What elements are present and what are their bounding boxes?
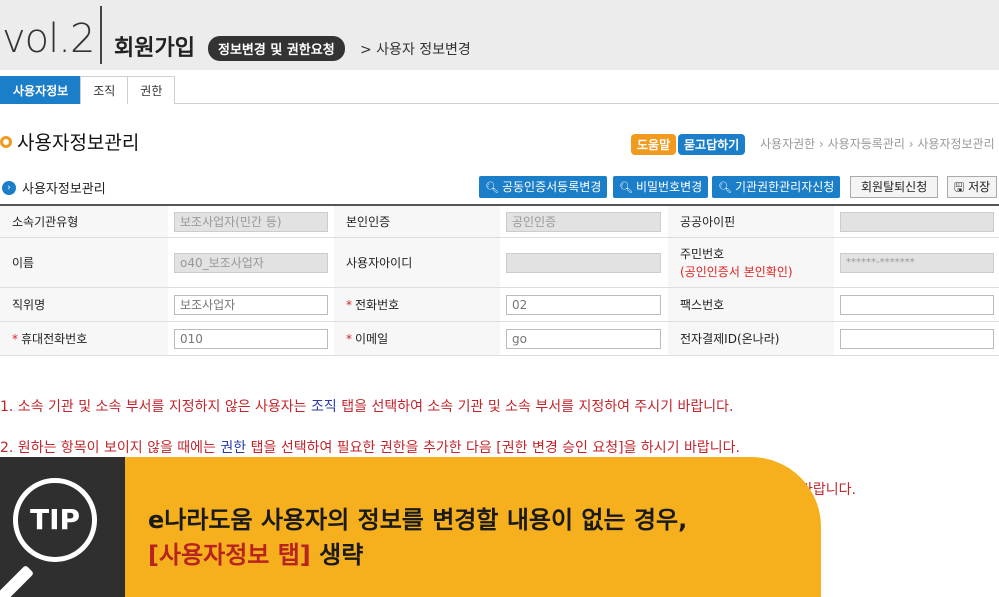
- user-info-form: 소속기관유형 보조사업자(민간 등) 본인인증 공인인증 공공아이핀 이름 o4…: [0, 204, 999, 356]
- identity-label: 본인인증: [334, 206, 500, 237]
- notice-2-text-b: 탭을 선택하여 필요한 권한을 추가한 다음 [권한 변경 승인 요청]을 하시…: [246, 440, 740, 456]
- notice-1-text-b: 탭을 선택하여 소속 기관 및 소속 부서를 지정하여 주시기 바랍니다.: [336, 399, 734, 415]
- org-type-field: 보조사업자(민간 등): [174, 211, 328, 232]
- ring-icon: [0, 135, 12, 148]
- notice-1-highlight: 조직: [311, 399, 337, 415]
- rrn-label-text: 주민번호: [680, 246, 725, 261]
- header-title: 회원가입: [114, 36, 195, 61]
- epay-input[interactable]: [840, 328, 994, 349]
- position-input[interactable]: 보조사업자: [174, 294, 328, 315]
- email-label: * 이메일: [334, 322, 500, 355]
- auth-admin-request-button[interactable]: 🔍︎ 기관권한관리자신청: [712, 176, 841, 198]
- epay-label: 전자결제ID(온나라): [668, 322, 834, 355]
- required-mark: *: [12, 331, 18, 346]
- search-icon: 🔍︎: [619, 181, 633, 194]
- tab-bar: 사용자정보 조직 권한: [0, 76, 999, 104]
- tip-badge-text: TIP: [29, 503, 81, 536]
- identity-field: 공인인증: [506, 211, 661, 232]
- phone-label-text: 전화번호: [355, 298, 400, 312]
- notice-1-text-a: 1. 소속 기관 및 소속 부서를 지정하지 않은 사용자는: [0, 399, 312, 415]
- rrn-label: 주민번호 (공인인증서 본인확인): [668, 238, 834, 287]
- phone-label: * 전화번호: [334, 288, 500, 321]
- tip-line-1: e나라도움 사용자의 정보를 변경할 내용이 없는 경우,: [148, 506, 688, 534]
- save-button[interactable]: 🖫︎ 저장: [947, 176, 998, 198]
- qa-button[interactable]: 묻고답하기: [678, 134, 746, 155]
- email-label-text: 이메일: [355, 332, 389, 346]
- chevron-right-icon: ›: [2, 180, 16, 195]
- email-input[interactable]: go: [506, 328, 661, 349]
- form-row: 이름 o40_보조사업자 사용자아이디 주민번호 (공인인증서 본인확인) ***…: [0, 238, 999, 288]
- form-row: * 휴대전화번호 010 * 이메일 go 전자결제ID(온나라): [0, 322, 999, 356]
- auth-admin-request-label: 기관권한관리자신청: [734, 180, 835, 194]
- tab-organization[interactable]: 조직: [80, 76, 129, 104]
- userid-field: [506, 252, 661, 273]
- mobile-label-text: 휴대전화번호: [21, 332, 88, 346]
- phone-input[interactable]: 02: [506, 294, 661, 315]
- header-banner: vol.2 회원가입 정보변경 및 권한요청 > 사용자 정보변경: [0, 0, 999, 70]
- cert-register-button[interactable]: 🔍︎ 공동인증서등록변경: [479, 176, 608, 198]
- breadcrumb: 사용자권한 › 사용자등록관리 › 사용자정보관리: [760, 137, 995, 151]
- header-breadcrumb: > 사용자 정보변경: [360, 42, 471, 58]
- userid-label: 사용자아이디: [334, 238, 500, 287]
- ipin-field: [840, 211, 994, 232]
- cert-register-label: 공동인증서등록변경: [501, 180, 602, 194]
- position-label: 직위명: [0, 288, 168, 321]
- tip-line-2-emphasis: [사용자정보 탭]: [148, 541, 311, 569]
- header-pill: 정보변경 및 권한요청: [208, 36, 345, 61]
- withdraw-button[interactable]: 회원탈퇴신청: [850, 176, 939, 198]
- password-change-button[interactable]: 🔍︎ 비밀번호변경: [613, 176, 709, 198]
- search-icon: 🔍︎: [718, 181, 732, 194]
- tip-line-2-rest: 생략: [310, 541, 364, 569]
- org-type-label: 소속기관유형: [0, 206, 168, 237]
- page-title-text: 사용자정보관리: [17, 132, 140, 154]
- magnifier-icon: TIP: [13, 478, 97, 562]
- page-title: 사용자정보관리: [0, 128, 139, 155]
- tab-permission[interactable]: 권한: [127, 76, 176, 104]
- form-row: 직위명 보조사업자 * 전화번호 02 팩스번호: [0, 288, 999, 322]
- save-label: 저장: [968, 180, 991, 194]
- rrn-note: (공인인증서 본인확인): [680, 264, 793, 279]
- mobile-input[interactable]: 010: [174, 328, 328, 349]
- notice-2-text-a: 2. 원하는 항목이 보이지 않을 때에는: [0, 440, 221, 456]
- subsection-title: › 사용자정보관리: [2, 178, 106, 197]
- notice-2: 2. 원하는 항목이 보이지 않을 때에는 권한 탭을 선택하여 필요한 권한을…: [0, 437, 740, 457]
- form-row: 소속기관유형 보조사업자(민간 등) 본인인증 공인인증 공공아이핀: [0, 206, 999, 238]
- required-mark: *: [346, 297, 352, 312]
- mobile-label: * 휴대전화번호: [0, 322, 168, 355]
- rrn-field: ******-*******: [840, 252, 994, 273]
- tip-line-2: [사용자정보 탭] 생략: [148, 535, 363, 570]
- notice-2-highlight: 권한: [220, 440, 247, 456]
- password-change-label: 비밀번호변경: [635, 180, 703, 194]
- search-icon: 🔍︎: [485, 181, 499, 194]
- name-label: 이름: [0, 238, 168, 287]
- subsection-title-text: 사용자정보관리: [22, 182, 106, 197]
- ipin-label: 공공아이핀: [668, 206, 834, 237]
- tab-user-info[interactable]: 사용자정보: [0, 76, 82, 104]
- required-mark: *: [346, 331, 352, 346]
- fax-label: 팩스번호: [668, 288, 834, 321]
- notice-1: 1. 소속 기관 및 소속 부서를 지정하지 않은 사용자는 조직 탭을 선택하…: [0, 396, 734, 416]
- vol-label: vol.2: [2, 16, 95, 62]
- floppy-icon: 🖫︎: [954, 180, 965, 194]
- name-field: o40_보조사업자: [174, 252, 328, 273]
- fax-input[interactable]: [840, 294, 994, 315]
- help-button[interactable]: 도움말: [631, 134, 677, 155]
- header-divider: [100, 6, 102, 64]
